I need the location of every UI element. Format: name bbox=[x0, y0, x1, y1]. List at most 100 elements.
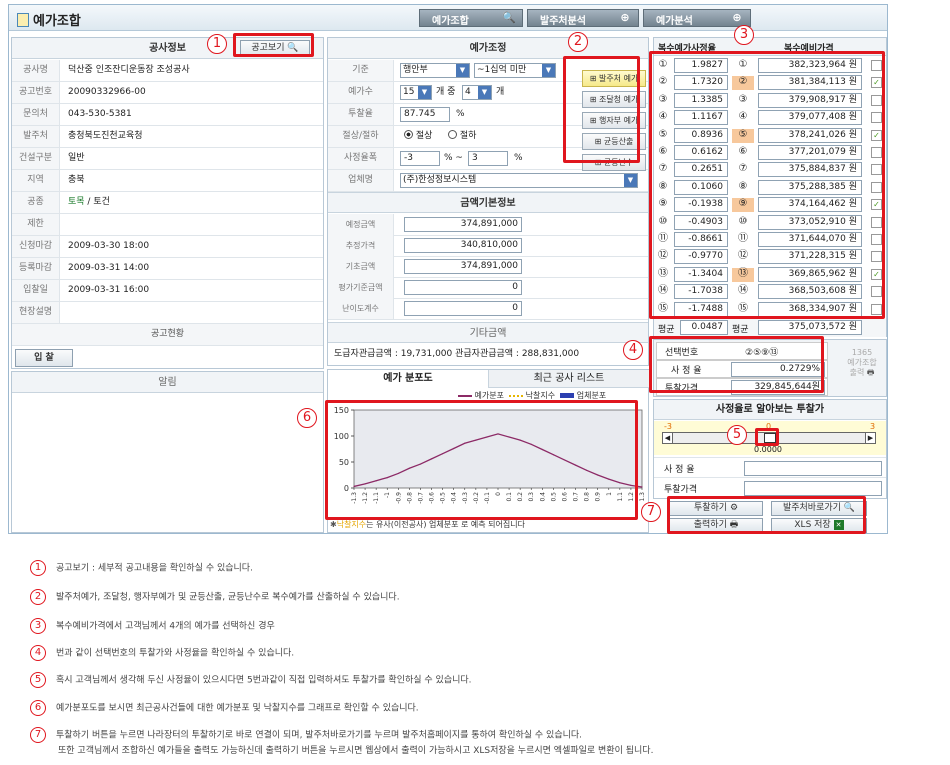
project-row: 문의처 043-530-5381 bbox=[12, 104, 323, 126]
combo-print-side[interactable]: 1365 예가조합 출력 🖶 bbox=[840, 348, 884, 378]
callout-box-1 bbox=[233, 33, 314, 57]
range-label: 사정율폭 bbox=[328, 148, 394, 169]
slider-header: 사정율로 알아보는 투찰가 bbox=[654, 400, 886, 420]
rate-label: 투찰율 bbox=[328, 104, 394, 125]
slider-max: 3 bbox=[870, 422, 876, 431]
amount-row-label: 추정가격 bbox=[328, 235, 394, 256]
tab-client-analysis-label: 발주처분석 bbox=[540, 16, 586, 27]
project-row-link[interactable]: 토목 bbox=[68, 197, 85, 207]
company-select[interactable]: (주)한성정보시스템 ▼ bbox=[400, 173, 638, 188]
project-row-value: 덕산중 인조잔디운동장 조성공사 bbox=[68, 65, 190, 75]
description-text: 복수예비가격에서 고객님께서 4개의 예가를 선택하신 경우 bbox=[56, 621, 275, 632]
callout-2: 2 bbox=[568, 32, 588, 52]
project-info-title: 공사정보 bbox=[149, 43, 186, 54]
amount-row: 기초금액 374,891,000 bbox=[328, 256, 648, 278]
range-from-input[interactable]: -3 bbox=[400, 151, 440, 166]
range-select[interactable]: ~1십억 미만 ▼ bbox=[474, 63, 556, 78]
project-row: 지역 충북 bbox=[12, 170, 323, 192]
app-title-text: 예가조합 bbox=[33, 14, 81, 29]
count-pick-select[interactable]: 4 ▼ bbox=[462, 85, 492, 100]
avg-rate-value: 0.0487 bbox=[680, 320, 728, 335]
footnote-mark: ✱ bbox=[330, 520, 337, 529]
legend-price-swatch bbox=[458, 394, 472, 397]
printer-icon: 🖶 bbox=[866, 368, 875, 377]
tab-price-analysis[interactable]: 예가분석 ⊕ bbox=[643, 9, 751, 27]
project-row: 등록마감 2009-03-31 14:00 bbox=[12, 258, 323, 280]
description-text: 투찰하기 버튼을 누르면 나라장터의 투찰하기로 바로 연결이 되며, 발주처바… bbox=[56, 730, 583, 741]
basis-select[interactable]: 행안부 ▼ bbox=[400, 63, 470, 78]
tab-combination[interactable]: 예가조합 🔍 bbox=[419, 9, 523, 27]
count-total-select[interactable]: 15 ▼ bbox=[400, 85, 432, 100]
project-row-label: 문의처 bbox=[12, 104, 60, 125]
slider-panel: 사정율로 알아보는 투찰가 -3 0 3 ◀ ▶ 0.0000 사 정 율 투찰… bbox=[653, 399, 887, 499]
cut-down-label: 절하 bbox=[459, 131, 477, 141]
alert-header-text: 알림 bbox=[158, 377, 177, 388]
callout-5: 5 bbox=[727, 425, 747, 445]
description-text: 발주처예가, 조달청, 행자부예가 및 균등산출, 균등난수로 복수예가를 산출… bbox=[56, 592, 400, 603]
amount-row-value: 374,891,000 bbox=[404, 217, 522, 232]
plus-icon: ⊕ bbox=[620, 11, 630, 24]
count-mid-text: 개 중 bbox=[436, 87, 456, 97]
description-number: 6 bbox=[30, 700, 46, 716]
slider-right-arrow[interactable]: ▶ bbox=[865, 433, 875, 443]
avg-row: 평균 0.0487 평균 375,073,572 원 bbox=[654, 319, 886, 337]
amount-row-value: 340,810,000 bbox=[404, 238, 522, 253]
amount-header: 금액기본정보 bbox=[328, 192, 648, 213]
slider-price-row: 투찰가격 bbox=[654, 477, 886, 497]
count-total-value: 15 bbox=[403, 87, 415, 97]
callout-4-text: 4 bbox=[628, 342, 638, 357]
project-row-label: 현장설명 bbox=[12, 302, 60, 323]
chevron-down-icon: ▼ bbox=[542, 64, 555, 77]
amount-row: 평가기준금액 0 bbox=[328, 277, 648, 299]
project-row: 공종 토목 / 토건 bbox=[12, 192, 323, 214]
adjust-title: 예가조정 bbox=[469, 43, 507, 54]
project-row-value: 2009-03-31 16:00 bbox=[68, 285, 150, 295]
chevron-down-icon: ▼ bbox=[624, 174, 637, 187]
project-info-panel: 공사정보 공고보기 🔍 공사명 덕산중 인조잔디운동장 조성공사 공고번호 20090… bbox=[11, 37, 324, 369]
amount-header-text: 금액기본정보 bbox=[460, 198, 516, 209]
callout-2-text: 2 bbox=[573, 34, 583, 49]
chevron-down-icon: ▼ bbox=[478, 86, 491, 99]
callout-3: 3 bbox=[734, 25, 754, 45]
rate-input[interactable]: 87.745 bbox=[400, 107, 450, 122]
other-amount-header: 기타금액 bbox=[328, 322, 648, 343]
slider-rate-input[interactable] bbox=[744, 461, 882, 476]
combo-output: 출력 🖶 bbox=[840, 368, 884, 378]
tab-recent-list[interactable]: 최근 공사 리스트 bbox=[489, 370, 649, 388]
amount-row: 추정가격 340,810,000 bbox=[328, 235, 648, 257]
rate-unit: % bbox=[456, 109, 465, 119]
avg-price-label: 평균 bbox=[732, 325, 749, 335]
callout-1: 1 bbox=[207, 34, 227, 54]
status-header: 공고현황 bbox=[12, 324, 323, 346]
slider-price-input[interactable] bbox=[744, 481, 882, 496]
callout-box-7 bbox=[667, 496, 866, 534]
legend-price: 예가분포 bbox=[474, 391, 504, 400]
amount-row-value: 374,891,000 bbox=[404, 259, 522, 274]
bid-button-label: 입 찰 bbox=[34, 353, 54, 363]
description-number: 3 bbox=[30, 618, 46, 634]
count-pick-value: 4 bbox=[465, 87, 471, 97]
tab-distribution[interactable]: 예가 분포도 bbox=[328, 370, 489, 388]
range-select-value: ~1십억 미만 bbox=[477, 65, 527, 75]
document-icon bbox=[17, 13, 29, 27]
combo-count: 1365 bbox=[851, 348, 873, 357]
project-row-value: 20090332966-00 bbox=[68, 87, 146, 97]
project-row: 발주처 충청북도진천교육청 bbox=[12, 126, 323, 148]
project-row-label: 입찰일 bbox=[12, 280, 60, 301]
cut-up-radio[interactable]: 절상 bbox=[404, 126, 432, 147]
description-item: 1 공고보기 : 세부적 공고내용을 확인하실 수 있습니다. bbox=[30, 560, 253, 576]
callout-7-text: 7 bbox=[646, 504, 656, 519]
plus-icon: ⊕ bbox=[732, 11, 742, 24]
avg-rate-label: 평균 bbox=[658, 325, 675, 335]
project-row: 공사명 덕산중 인조잔디운동장 조성공사 bbox=[12, 60, 323, 82]
tab-client-analysis[interactable]: 발주처분석 ⊕ bbox=[527, 9, 639, 27]
description-number: 5 bbox=[30, 672, 46, 688]
callout-4: 4 bbox=[623, 340, 643, 360]
project-row-value: 충북 bbox=[68, 175, 85, 185]
range-to-input[interactable]: 3 bbox=[468, 151, 508, 166]
slider-left-arrow[interactable]: ◀ bbox=[663, 433, 673, 443]
bid-button[interactable]: 입 찰 bbox=[15, 349, 73, 367]
avg-price-value: 375,073,572 원 bbox=[758, 320, 862, 335]
cut-down-radio[interactable]: 절하 bbox=[448, 126, 476, 147]
project-row-value: 충청북도진천교육청 bbox=[68, 131, 143, 141]
